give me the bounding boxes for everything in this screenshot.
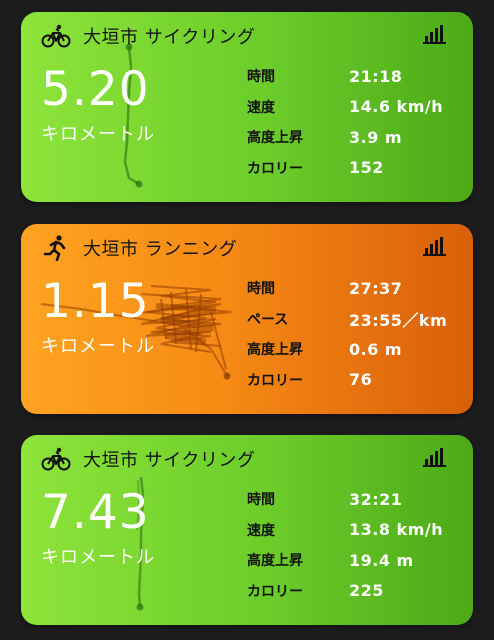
distance-value: 1.15 bbox=[41, 274, 150, 329]
stats-list: 時間 32:21 速度 13.8 km/h 高度上昇 19.4 m カロリー 2… bbox=[247, 484, 443, 606]
stats-list: 時間 27:37 ペース 23:55／km 高度上昇 0.6 m カロリー 76 bbox=[247, 273, 447, 395]
bar-chart-icon[interactable] bbox=[423, 447, 447, 467]
stat-row-time: 時間 27:37 bbox=[247, 273, 447, 304]
stat-label: 高度上昇 bbox=[247, 553, 303, 570]
stat-row-calories: カロリー 152 bbox=[247, 153, 443, 184]
stat-value: 0.6 m bbox=[349, 339, 403, 359]
bicycle-icon bbox=[41, 446, 71, 472]
distance-value: 5.20 bbox=[41, 62, 150, 117]
stat-label: 時間 bbox=[247, 69, 275, 86]
stat-row-pace: ペース 23:55／km bbox=[247, 304, 447, 335]
stat-row-time: 時間 32:21 bbox=[247, 484, 443, 515]
stat-value: 3.9 m bbox=[349, 127, 403, 147]
distance-unit: キロメートル bbox=[41, 547, 155, 568]
stat-row-calories: カロリー 225 bbox=[247, 576, 443, 607]
stats-list: 時間 21:18 速度 14.6 km/h 高度上昇 3.9 m カロリー 15… bbox=[247, 61, 443, 183]
bar-chart-icon[interactable] bbox=[423, 236, 447, 256]
card-header: 大垣市 サイクリング bbox=[41, 20, 255, 52]
stat-value: 19.4 m bbox=[349, 550, 414, 570]
stat-value: 23:55／km bbox=[349, 310, 448, 330]
stat-label: 速度 bbox=[247, 99, 275, 116]
activity-card-cycling-2[interactable]: 大垣市 サイクリング 7.43 キロメートル 時間 32:21 速度 13.8 … bbox=[21, 435, 473, 625]
stat-label: 時間 bbox=[247, 281, 275, 298]
stat-label: カロリー bbox=[247, 372, 303, 389]
stat-value: 152 bbox=[349, 158, 384, 178]
stat-value: 32:21 bbox=[349, 489, 403, 509]
stat-row-elevation: 高度上昇 0.6 m bbox=[247, 334, 447, 365]
distance-unit: キロメートル bbox=[41, 124, 155, 145]
stat-label: ペース bbox=[247, 311, 289, 328]
stat-row-time: 時間 21:18 bbox=[247, 61, 443, 92]
bar-chart-icon[interactable] bbox=[423, 24, 447, 44]
distance-value: 7.43 bbox=[41, 485, 150, 540]
stat-label: 高度上昇 bbox=[247, 342, 303, 359]
card-header: 大垣市 ランニング bbox=[41, 232, 237, 264]
stat-label: カロリー bbox=[247, 583, 303, 600]
stat-value: 225 bbox=[349, 581, 384, 601]
stat-value: 21:18 bbox=[349, 66, 403, 86]
card-title: 大垣市 サイクリング bbox=[83, 450, 256, 471]
stat-label: カロリー bbox=[247, 160, 303, 177]
card-title: 大垣市 ランニング bbox=[83, 239, 238, 260]
card-header: 大垣市 サイクリング bbox=[41, 443, 255, 475]
stat-row-speed: 速度 13.8 km/h bbox=[247, 515, 443, 546]
stat-row-elevation: 高度上昇 3.9 m bbox=[247, 122, 443, 153]
stat-value: 27:37 bbox=[349, 278, 403, 298]
stat-row-speed: 速度 14.6 km/h bbox=[247, 92, 443, 123]
stat-row-calories: カロリー 76 bbox=[247, 365, 447, 396]
stat-row-elevation: 高度上昇 19.4 m bbox=[247, 545, 443, 576]
stat-value: 76 bbox=[349, 370, 373, 390]
activity-card-running[interactable]: 大垣市 ランニング 1.15 キロメートル 時間 27:37 ペース 23:55… bbox=[21, 224, 473, 414]
distance-unit: キロメートル bbox=[41, 336, 155, 357]
stat-label: 速度 bbox=[247, 522, 275, 539]
stat-value: 14.6 km/h bbox=[349, 97, 444, 117]
activity-card-cycling-1[interactable]: 大垣市 サイクリング 5.20 キロメートル 時間 21:18 速度 14.6 … bbox=[21, 12, 473, 202]
bicycle-icon bbox=[41, 23, 71, 49]
card-title: 大垣市 サイクリング bbox=[83, 27, 256, 48]
stat-value: 13.8 km/h bbox=[349, 520, 444, 540]
stat-label: 時間 bbox=[247, 492, 275, 509]
running-person-icon bbox=[41, 235, 71, 262]
stat-label: 高度上昇 bbox=[247, 130, 303, 147]
